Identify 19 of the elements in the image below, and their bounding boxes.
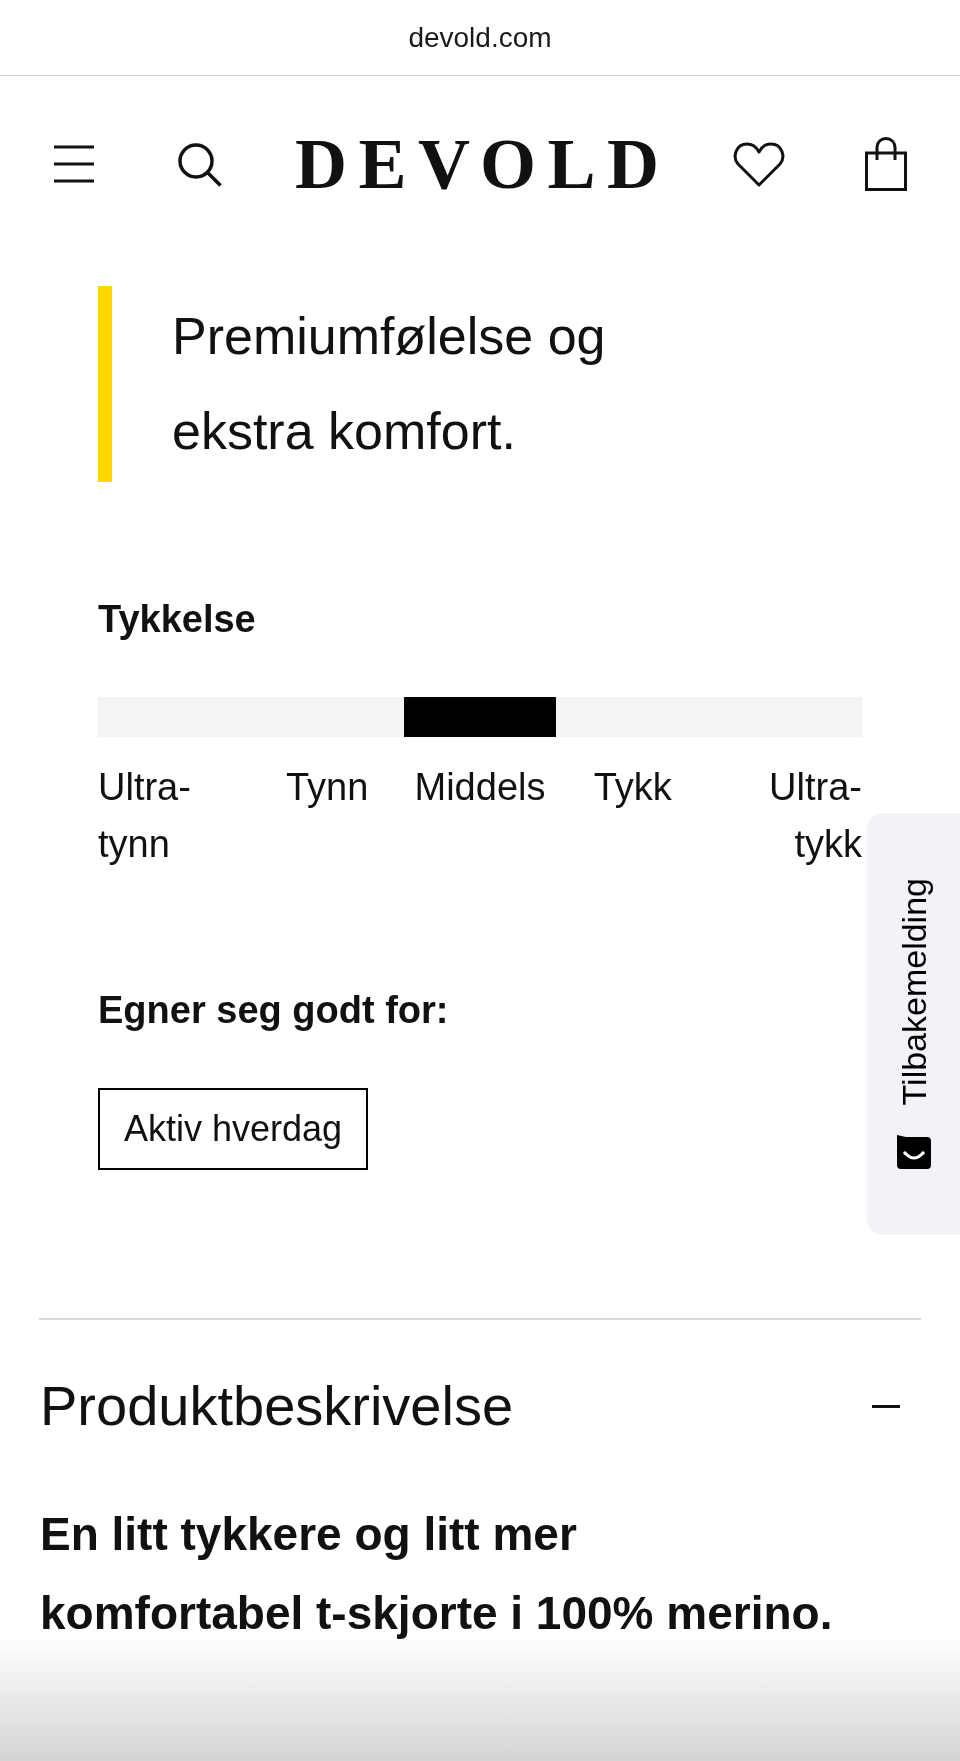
thickness-label: Ultra-tynn (98, 765, 192, 867)
heart-icon[interactable] (732, 140, 786, 188)
highlight-text: Premiumfølelse og ekstra komfort. (172, 306, 607, 462)
logo[interactable]: DEVOLD (283, 128, 671, 200)
shopping-bag-icon[interactable] (865, 137, 907, 191)
feedback-tab[interactable]: Tilbakemelding (867, 813, 960, 1235)
thickness-label: Tykk (593, 765, 672, 810)
smiley-chat-icon (895, 1133, 932, 1170)
search-icon[interactable] (177, 141, 222, 187)
menu-icon[interactable] (54, 145, 94, 183)
activity-tag: Aktiv hverdag (98, 1088, 369, 1170)
product-description: En litt tykkere og litt mer komfortabel t-skjorte i 100% merino. (40, 1507, 834, 1641)
suitable-for-heading: Egner seg godt for: (98, 988, 450, 1033)
accordion-header[interactable]: Produktbeskrivelse (39, 1374, 921, 1438)
thickness-label: Ultra-tykk (768, 765, 862, 867)
thickness-label: Tynn (286, 765, 369, 810)
url-text[interactable]: devold.com (408, 20, 552, 55)
thickness-heading: Tykkelse (98, 597, 257, 642)
thickness-label: Middels (414, 765, 546, 810)
